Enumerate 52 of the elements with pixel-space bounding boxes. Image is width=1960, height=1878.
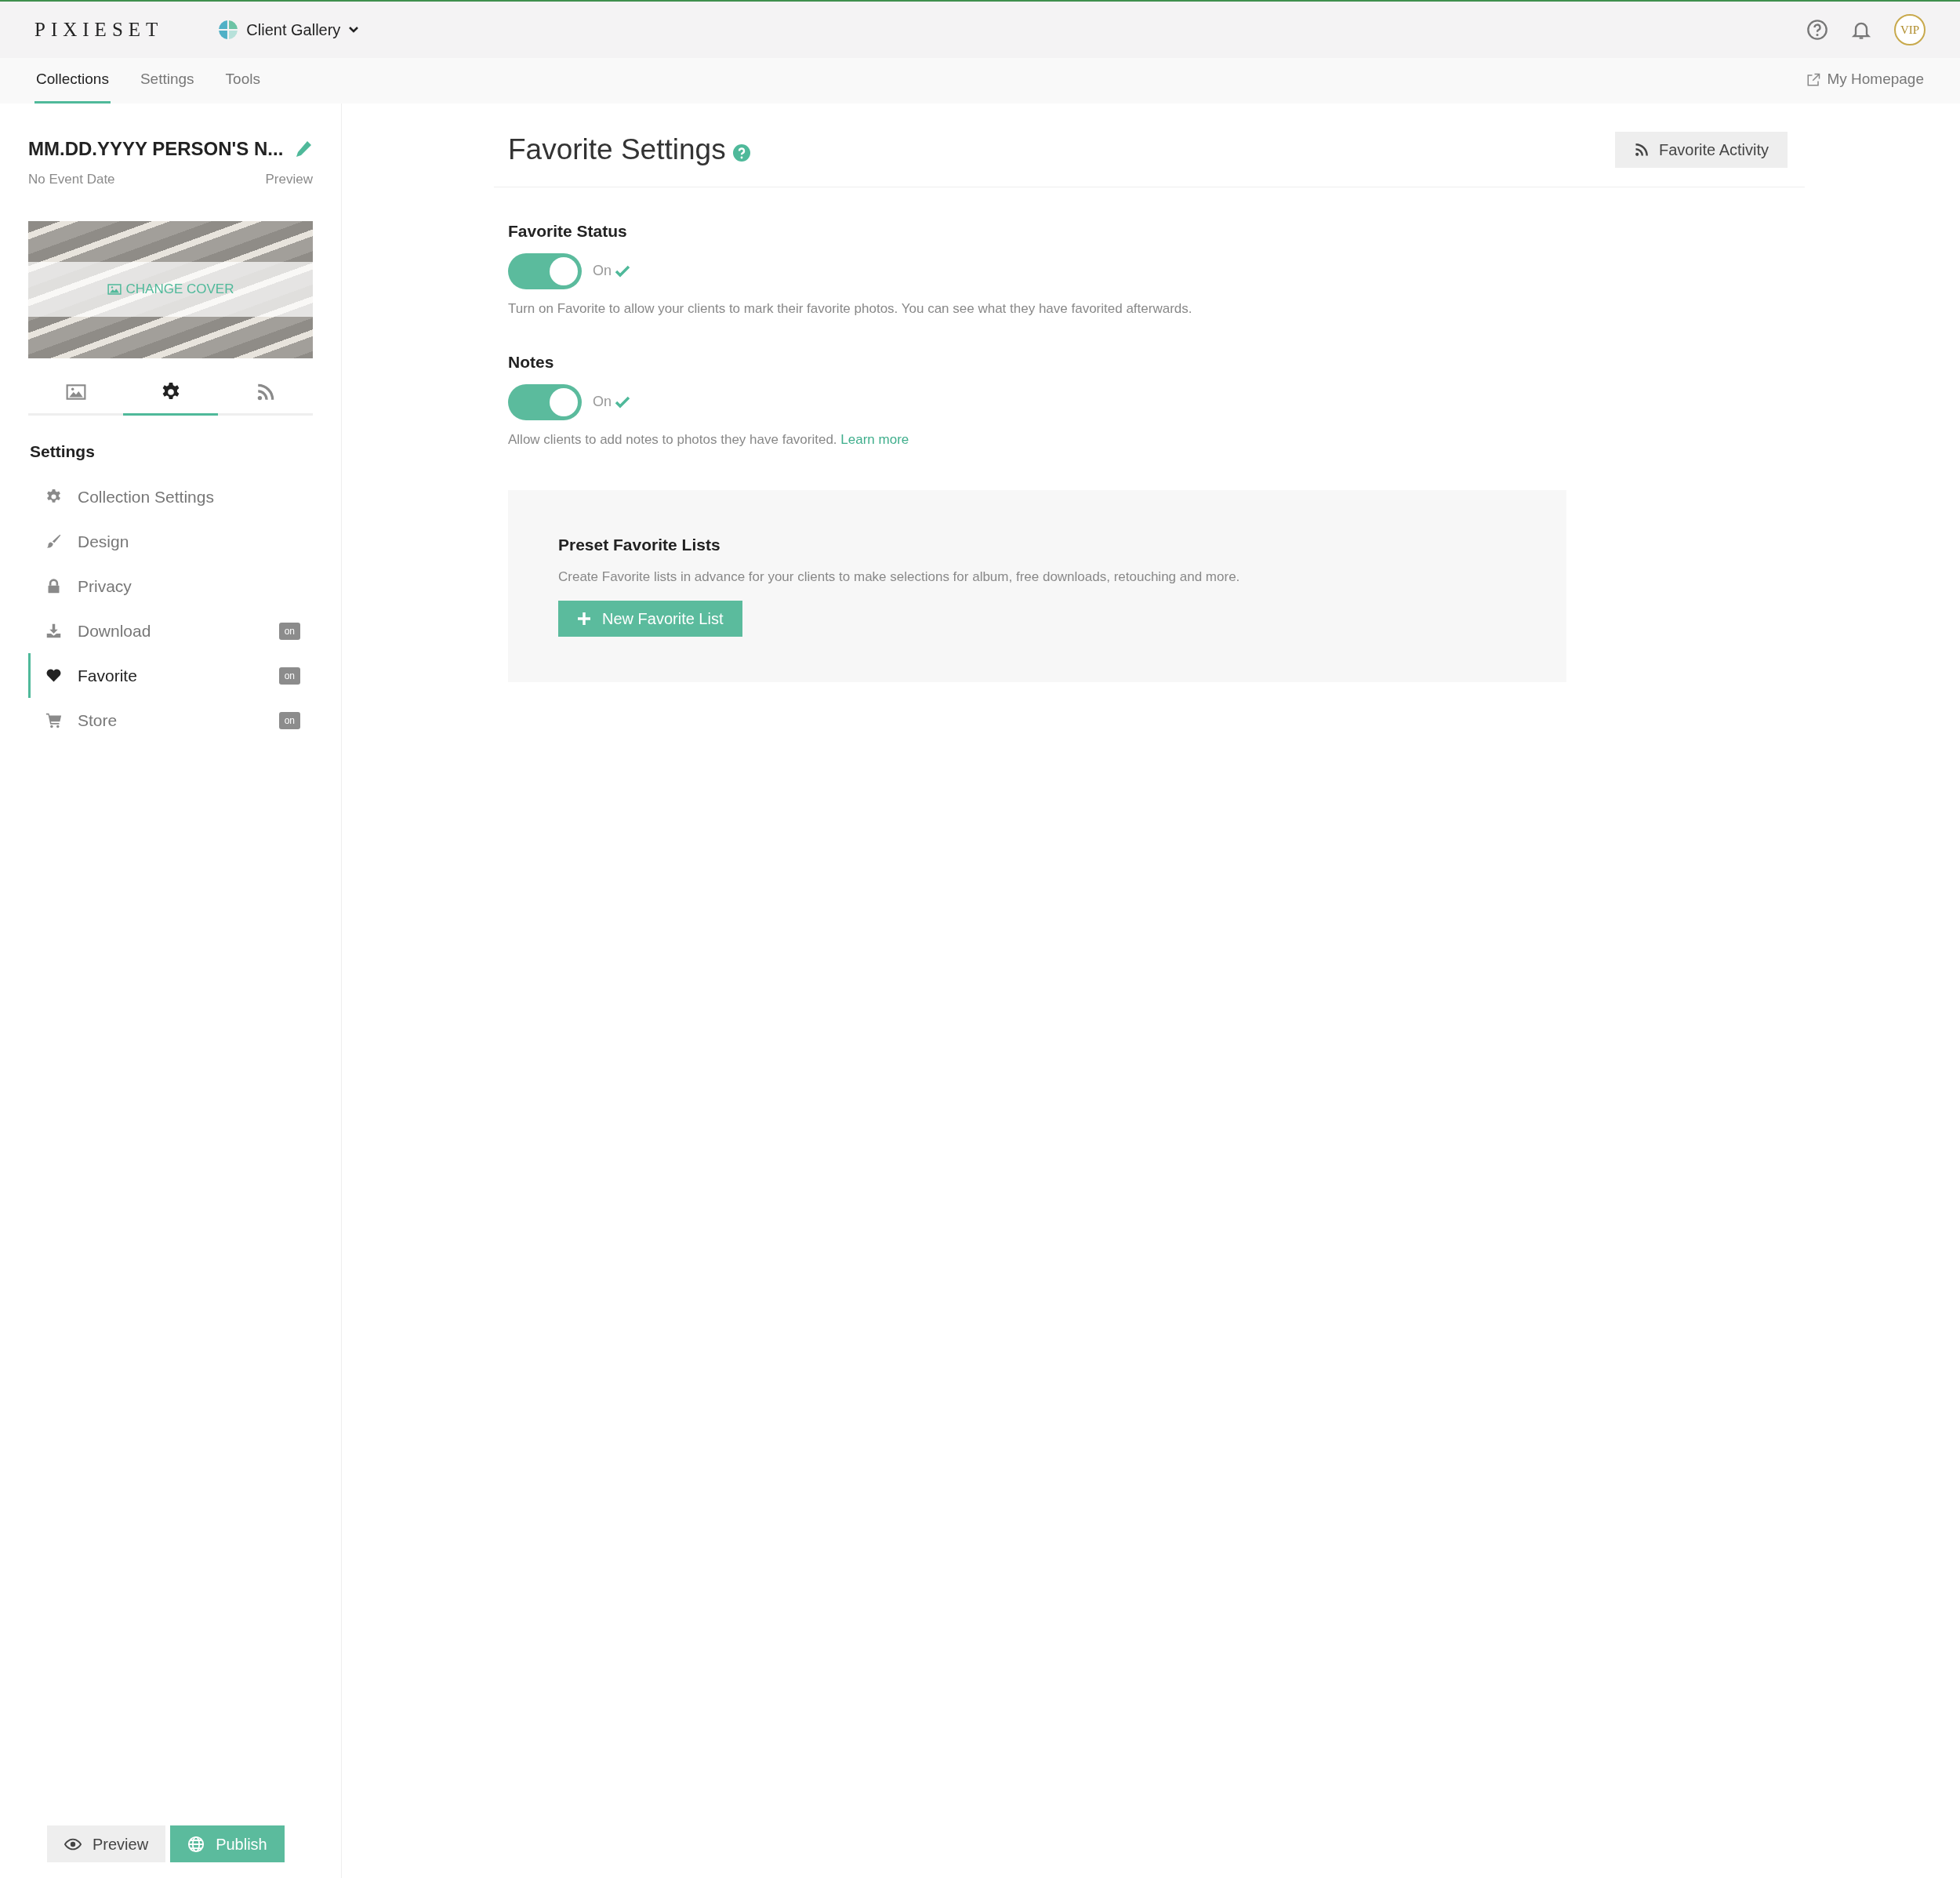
nav-tab[interactable]: Tools [223,58,262,104]
pencil-icon[interactable] [294,140,313,158]
external-link-icon [1806,72,1821,87]
settings-menu-item[interactable]: Design [28,519,313,564]
option-description: Allow clients to add notes to photos they have favorited. Learn more [508,430,910,449]
settings-menu-item[interactable]: Store on [28,698,313,743]
settings-menu-item[interactable]: Favorite on [28,653,313,698]
preview-link[interactable]: Preview [265,169,313,190]
globe-icon [187,1835,205,1853]
toggle-switch[interactable] [508,252,582,289]
gear-icon [45,489,62,505]
app-switcher[interactable]: Client Gallery [218,18,360,42]
help-icon[interactable] [731,143,751,162]
nav-tab[interactable]: Settings [138,58,196,104]
toggle-state: On [593,393,612,411]
help-icon[interactable] [1806,19,1828,41]
favorite-activity-button[interactable]: Favorite Activity [1614,132,1788,168]
cart-icon [45,712,62,728]
option-title: Notes [508,352,555,372]
option-title: Favorite Status [508,221,628,242]
learn-more-link[interactable]: Learn more [840,431,909,447]
app-logo-icon [218,20,239,40]
panel-title: Preset Favorite Lists [558,535,721,555]
image-icon [107,282,122,296]
event-date: No Event Date [28,171,115,188]
status-badge: on [278,667,300,685]
settings-menu-item[interactable]: Collection Settings [28,474,313,519]
new-favorite-list-button[interactable]: New Favorite List [558,601,742,637]
toggle-switch[interactable] [508,383,582,420]
panel-description: Create Favorite lists in advance for your clients to make selections for album, free downloads, retouching and more. [558,568,1241,586]
toggle-state: On [593,262,612,280]
preview-button[interactable]: Preview [47,1825,166,1862]
brand-logo: PIXIESET [34,18,164,42]
settings-menu-item[interactable]: Privacy [28,564,313,608]
status-badge: on [278,711,300,729]
page-title: Favorite Settings [508,132,726,167]
check-icon [615,263,630,278]
section-heading: Settings [30,441,96,462]
homepage-link[interactable]: My Homepage [1805,58,1926,104]
nav-tab[interactable]: Collections [34,58,111,104]
heart-icon [45,667,62,684]
publish-button[interactable]: Publish [170,1825,285,1862]
download-icon [45,623,62,639]
plus-icon [577,612,591,626]
rss-icon [1633,142,1650,158]
chevron-down-icon [348,26,360,34]
status-badge: on [278,622,300,640]
check-icon [615,394,630,409]
option-description: Turn on Favorite to allow your clients to mark their favorite photos. You can see what they have favorited afterwards. [508,300,1193,318]
settings-menu-item[interactable]: Download on [28,608,313,653]
collection-title: MM.DD.YYYY PERSON'S N... [28,137,284,161]
vip-avatar[interactable]: VIP [1894,14,1926,45]
